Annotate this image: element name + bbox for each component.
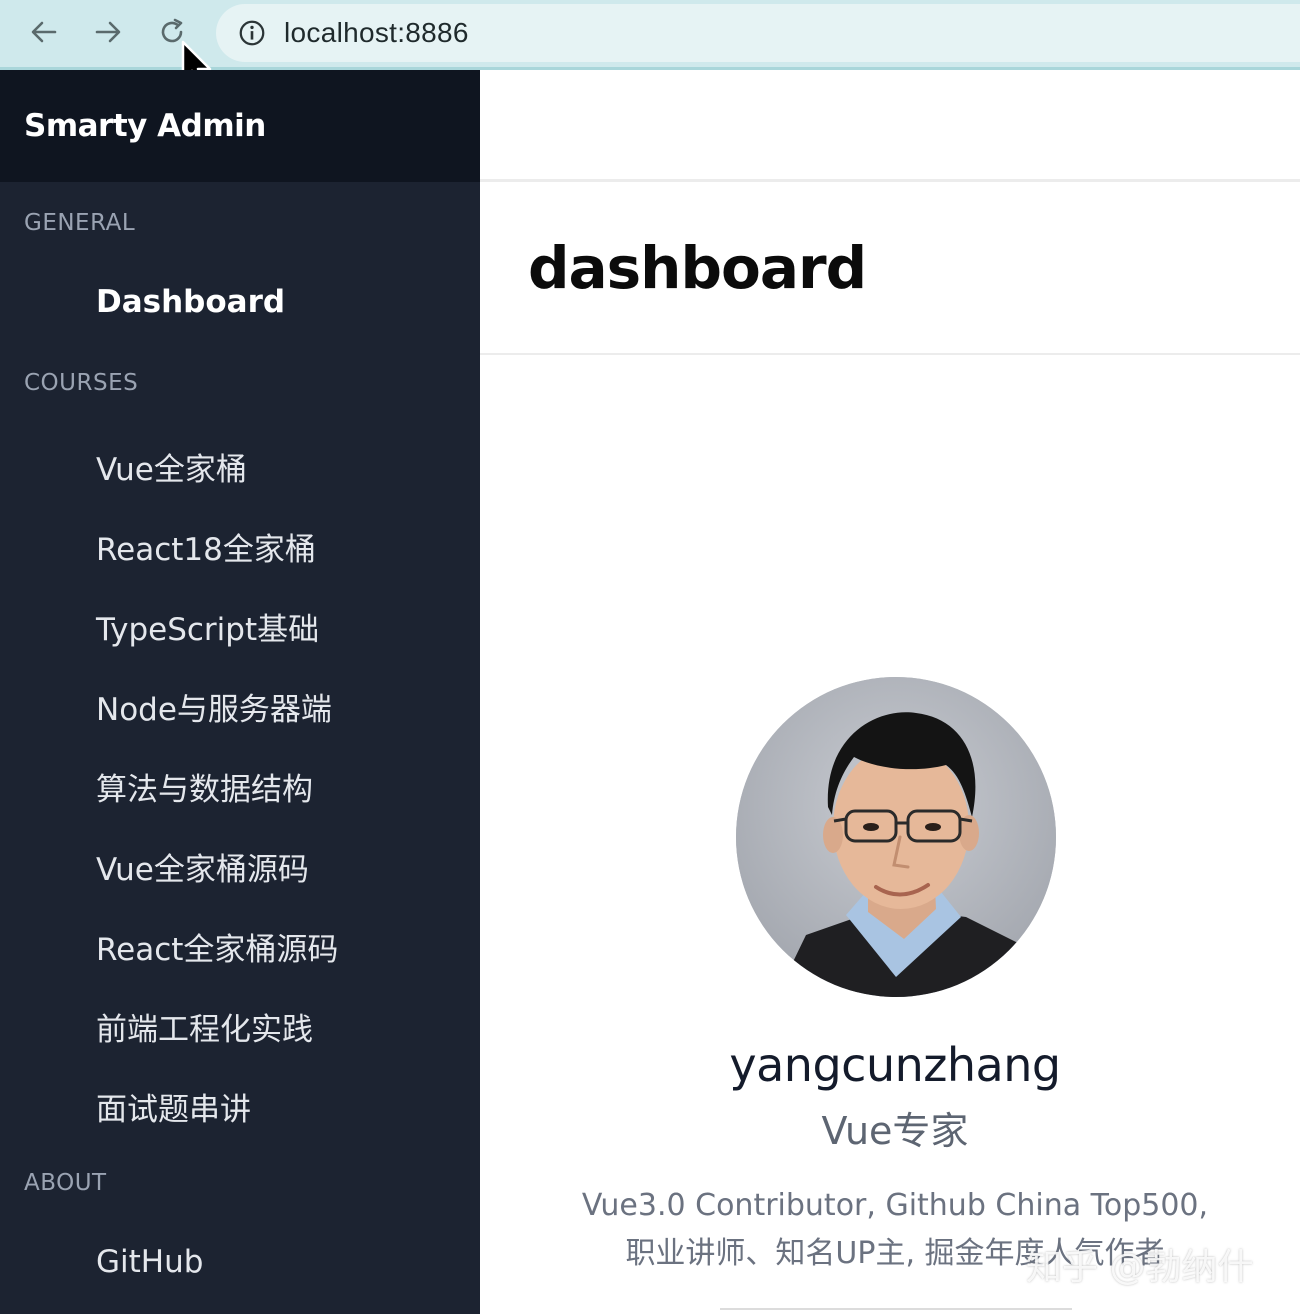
sidebar-item-typescript[interactable]: TypeScript基础 [96, 604, 319, 649]
back-button[interactable] [26, 14, 62, 50]
forward-button[interactable] [90, 14, 126, 50]
brand-header: Smarty Admin [0, 70, 480, 182]
avatar-photo [736, 677, 1056, 997]
watermark: 知乎 @勃纳什 [1026, 1247, 1254, 1288]
profile-role: Vue专家 [821, 1109, 969, 1153]
url-text: localhost:8886 [284, 17, 469, 48]
section-label-courses: COURSES [24, 370, 139, 396]
profile-name: yangcunzhang [729, 1038, 1061, 1092]
avatar [736, 677, 1056, 997]
sidebar-item-dashboard[interactable]: Dashboard [96, 284, 285, 320]
section-label-about: ABOUT [24, 1170, 107, 1196]
sidebar-item-node[interactable]: Node与服务器端 [96, 684, 332, 729]
brand-title[interactable]: Smarty Admin [24, 108, 266, 144]
page-header: dashboard [480, 182, 1300, 355]
sidebar-item-algorithms[interactable]: 算法与数据结构 [96, 764, 313, 809]
main-content: dashboard yangcunzhang Vue专家 Vue3.0 Cont… [480, 70, 1300, 1314]
arrow-left-icon [31, 21, 57, 43]
sidebar-item-react18[interactable]: React18全家桶 [96, 524, 316, 569]
divider [720, 1308, 1072, 1310]
sidebar-item-interview[interactable]: 面试题串讲 [96, 1084, 251, 1129]
site-info-icon[interactable] [236, 17, 268, 49]
sidebar-item-engineering[interactable]: 前端工程化实践 [96, 1004, 313, 1049]
top-navbar [480, 70, 1300, 182]
arrow-right-icon [95, 21, 121, 43]
sidebar-item-vue-source[interactable]: Vue全家桶源码 [96, 844, 309, 889]
page-title: dashboard [528, 234, 867, 302]
section-label-general: GENERAL [24, 210, 136, 236]
sidebar-item-vue[interactable]: Vue全家桶 [96, 444, 247, 489]
address-bar[interactable]: localhost:8886 [216, 4, 1300, 62]
sidebar-item-react-source[interactable]: React全家桶源码 [96, 924, 338, 969]
sidebar-item-github[interactable]: GitHub [96, 1244, 203, 1280]
sidebar: Smarty Admin GENERAL Dashboard COURSES V… [0, 70, 480, 1314]
